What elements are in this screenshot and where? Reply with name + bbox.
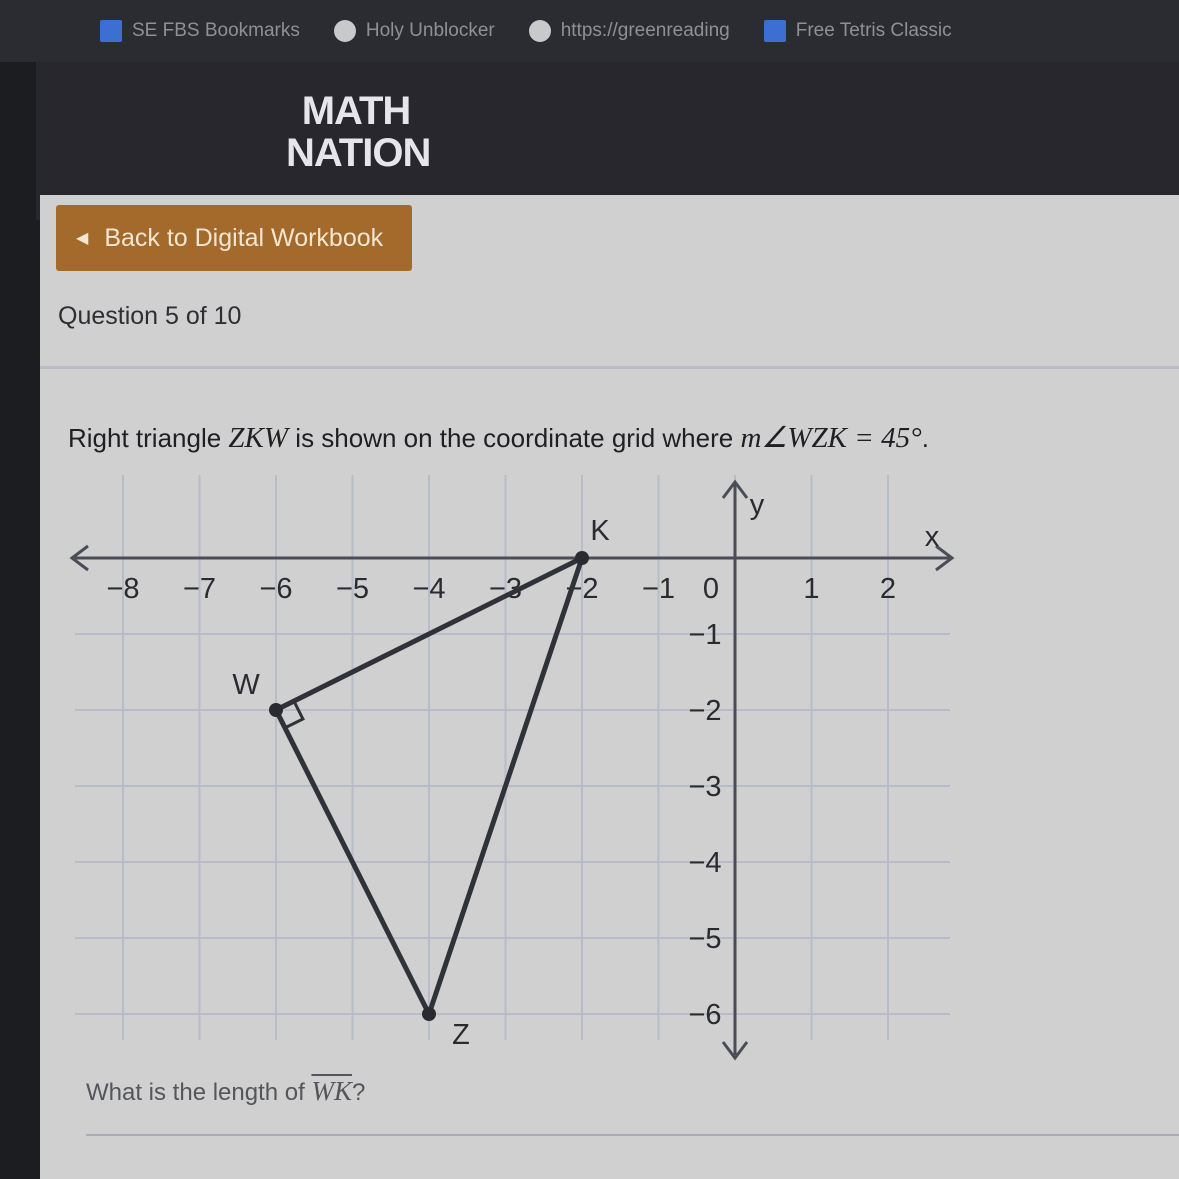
prompt-text-mid: is shown on the coordinate grid where [288, 423, 741, 453]
x-tick-label: −1 [642, 573, 675, 605]
back-button-label: Back to Digital Workbook [104, 223, 384, 252]
y-tick-label: −5 [688, 923, 721, 955]
folder-icon [100, 20, 122, 42]
bookmark-item[interactable]: https://greenreading [528, 20, 730, 42]
y-tick-label: −6 [688, 999, 721, 1031]
bookmark-label: https://greenreading [560, 20, 730, 41]
bookmark-item[interactable]: Free Tetris Classic [763, 20, 952, 42]
y-tick-label: −2 [688, 695, 721, 727]
question-counter: Question 5 of 10 [58, 302, 242, 330]
bookmarks-bar: SE FBS Bookmarks Holy Unblocker https://… [0, 0, 1179, 62]
game-icon [763, 20, 786, 42]
triangle-name: ZKW [228, 422, 289, 454]
prompt-text-start: Right triangle [68, 423, 229, 453]
point-label-w: W [232, 669, 260, 701]
divider [40, 366, 1179, 369]
y-axis-label: y [750, 489, 765, 521]
ask-text-end: ? [351, 1079, 366, 1106]
point-k [575, 551, 589, 565]
back-to-workbook-button[interactable]: ◀ Back to Digital Workbook [56, 205, 412, 271]
x-tick-label: −7 [183, 573, 216, 605]
y-tick-label: −3 [688, 771, 721, 803]
x-tick-label: −6 [259, 573, 292, 605]
x-tick-label: −8 [106, 573, 139, 605]
coordinate-grid: −8 −7 −6 −5 −4 −3 −2 −1 0 1 2−1−2−3−4−5−6xy KWZ [69, 475, 955, 1061]
point-z [422, 1007, 436, 1021]
math-nation-logo[interactable]: MATH NATION [286, 89, 431, 175]
x-tick-label: 2 [880, 573, 896, 605]
prompt-text-end: . [921, 423, 929, 453]
bookmark-item[interactable]: SE FBS Bookmarks [100, 20, 300, 42]
segment-label: WK [311, 1076, 352, 1106]
point-label-z: Z [452, 1019, 470, 1051]
bookmark-label: Free Tetris Classic [795, 20, 952, 41]
x-tick-label: 1 [803, 573, 819, 605]
x-axis-label: x [925, 521, 940, 553]
ask-text-start: What is the length of [86, 1079, 312, 1106]
bookmark-label: SE FBS Bookmarks [132, 20, 300, 41]
caret-left-icon: ◀ [76, 230, 89, 247]
logo-line-1: MATH [301, 89, 412, 133]
bookmark-item[interactable]: Holy Unblocker [333, 20, 495, 42]
point-label-k: K [590, 515, 610, 547]
logo-line-2: NATION [286, 131, 431, 175]
x-tick-label: −4 [412, 573, 445, 605]
answer-field[interactable] [86, 1134, 1179, 1136]
question-prompt: Right triangle ZKW is shown on the coord… [68, 420, 929, 455]
bookmark-label: Holy Unblocker [365, 20, 495, 41]
question-ask: What is the length of WK? [86, 1076, 365, 1107]
point-w [269, 703, 283, 717]
y-tick-label: −4 [688, 847, 721, 879]
angle-measure: m∠WZK = 45° [740, 422, 922, 454]
globe-icon [333, 20, 356, 42]
x-tick-label: 0 [703, 573, 719, 605]
y-tick-label: −1 [688, 619, 721, 651]
x-tick-label: −5 [336, 573, 369, 605]
globe-icon [528, 20, 551, 42]
